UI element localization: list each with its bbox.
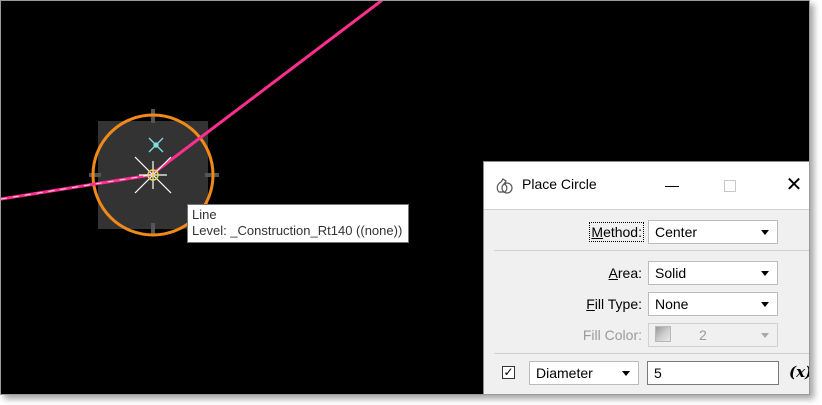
chevron-down-icon [761,333,769,338]
checkmark-icon: ✓ [503,365,514,379]
fill-type-select[interactable]: None [648,292,778,316]
method-row: Method: Center [484,220,809,246]
diameter-checkbox[interactable]: ✓ [502,366,515,379]
color-swatch-icon [655,326,671,342]
fill-color-select[interactable]: 2 [648,323,778,347]
fill-type-label: Fill Type: [586,296,642,312]
diameter-mode-value: Diameter [536,365,593,381]
area-label-text: rea: [617,265,642,281]
minimize-button[interactable] [652,170,692,200]
tooltip-element-type: Line [192,207,217,222]
close-button[interactable]: ✕ [774,170,809,200]
maximize-button[interactable] [710,170,750,200]
method-label: Method: [589,222,644,242]
fill-color-value: 2 [699,327,707,343]
element-tooltip: Line Level: _Construction_Rt140 ((none)) [187,204,410,243]
area-select[interactable]: Solid [648,261,778,285]
section-divider [494,353,809,354]
fill-type-label-accesskey: F [586,296,595,312]
place-circle-dialog: Place Circle ✕ Method: Center Area: Soli… [483,161,809,394]
diameter-input[interactable] [647,361,779,385]
minimize-icon [665,185,679,187]
area-row: Area: Solid [484,261,809,287]
chevron-down-icon [622,371,630,376]
place-circle-icon [496,178,513,194]
diameter-mode-select[interactable]: Diameter [529,361,639,385]
area-label: Area: [609,265,642,281]
fill-color-label: Fill Color: [582,327,642,343]
method-value: Center [655,224,698,240]
dialog-titlebar[interactable]: Place Circle ✕ [484,162,809,210]
fill-type-label-text: ill Type: [594,296,642,312]
chevron-down-icon [761,302,769,307]
method-label-accesskey: M [591,224,604,240]
fill-color-row: Fill Color: 2 [484,323,809,349]
chevron-down-icon [761,271,769,276]
dialog-title: Place Circle [522,176,597,192]
maximize-icon [724,180,736,193]
app-frame: Line Level: _Construction_Rt140 ((none))… [0,0,810,395]
section-divider [494,250,809,251]
area-label-accesskey: A [608,265,618,281]
tooltip-level: Level: _Construction_Rt140 ((none)) [192,223,403,238]
area-value: Solid [655,265,687,281]
expression-button[interactable]: (x) [789,363,809,381]
fill-type-row: Fill Type: None [484,292,809,318]
chevron-down-icon [761,230,769,235]
fill-type-value: None [655,296,689,312]
method-select[interactable]: Center [648,220,778,244]
method-label-text: ethod: [603,224,642,240]
diameter-row: ✓ Diameter (x) [484,361,809,387]
